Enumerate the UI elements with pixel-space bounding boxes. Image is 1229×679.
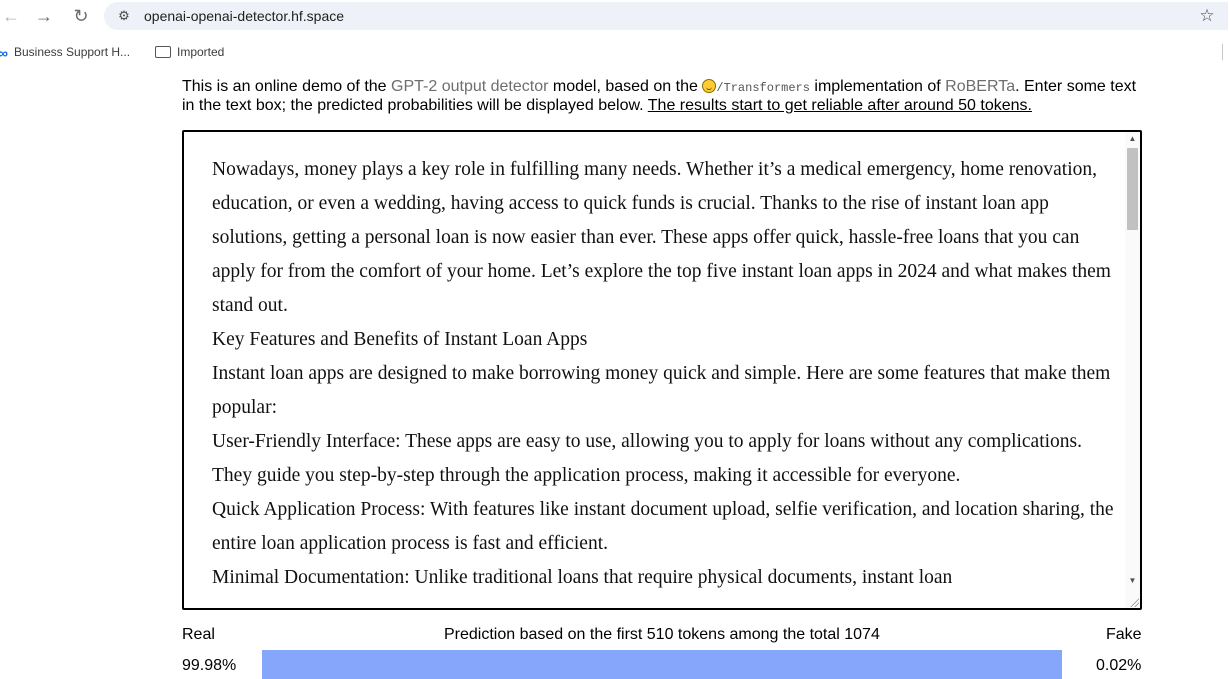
real-label: Real — [182, 626, 215, 643]
browser-toolbar: ← → ↻ ⚙ openai-openai-detector.hf.space … — [0, 0, 1229, 32]
back-arrow-icon[interactable]: ← — [0, 5, 22, 27]
intro-description: This is an online demo of the GPT-2 outp… — [182, 78, 1147, 115]
prediction-summary: Prediction based on the first 510 tokens… — [444, 626, 880, 643]
intro-text: model, based on the — [548, 78, 703, 95]
scroll-thumb[interactable] — [1127, 148, 1138, 230]
text-paragraph: User-Friendly Interface: These apps are … — [212, 431, 1083, 486]
probability-bar — [262, 650, 1062, 679]
text-paragraph: Instant loan apps are designed to make b… — [212, 363, 1111, 418]
bookmark-business-support[interactable]: ∞ Business Support H... — [0, 42, 130, 62]
real-percentage: 99.98% — [182, 657, 237, 674]
resize-handle-icon[interactable] — [1129, 597, 1139, 607]
textarea-content[interactable]: Nowadays, money plays a key role in fulf… — [212, 153, 1117, 595]
scroll-up-arrow-icon[interactable]: ▲ — [1125, 132, 1140, 146]
site-settings-icon[interactable]: ⚙ — [114, 6, 134, 26]
gpt2-detector-link[interactable]: GPT-2 output detector — [391, 78, 548, 95]
reload-icon[interactable]: ↻ — [70, 5, 92, 27]
address-bar[interactable]: ⚙ openai-openai-detector.hf.space ☆ — [104, 2, 1228, 30]
transformers-code: /Transformers — [716, 81, 810, 95]
hugging-face-emoji-icon — [702, 79, 717, 93]
bookmark-label: Business Support H... — [13, 45, 131, 59]
intro-text: This is an online demo of the — [182, 78, 392, 95]
folder-icon — [155, 45, 171, 58]
bookmark-label: Imported — [177, 45, 225, 59]
forward-arrow-icon[interactable]: → — [33, 5, 55, 27]
bookmark-star-icon[interactable]: ☆ — [1196, 5, 1218, 27]
intro-text: implementation of — [809, 78, 946, 95]
roberta-link[interactable]: RoBERTa — [945, 78, 1015, 95]
scroll-down-arrow-icon[interactable]: ▼ — [1125, 574, 1140, 588]
bookmarks-divider — [1222, 44, 1223, 60]
meta-icon: ∞ — [0, 44, 8, 61]
real-probability-fill — [262, 650, 1062, 679]
bookmark-imported-folder[interactable]: Imported — [155, 42, 224, 62]
text-paragraph: Key Features and Benefits of Instant Loa… — [212, 329, 588, 350]
text-paragraph: Quick Application Process: With features… — [212, 499, 1114, 554]
fake-label: Fake — [1106, 626, 1142, 643]
fake-percentage: 0.02% — [1096, 657, 1142, 674]
url-text[interactable]: openai-openai-detector.hf.space — [144, 2, 344, 30]
textarea-scrollbar[interactable]: ▲ ▼ — [1125, 132, 1140, 608]
input-textarea[interactable]: Nowadays, money plays a key role in fulf… — [182, 130, 1142, 610]
text-paragraph: Nowadays, money plays a key role in fulf… — [212, 159, 1111, 316]
reliability-note: The results start to get reliable after … — [647, 97, 1032, 114]
text-paragraph: Minimal Documentation: Unlike traditiona… — [212, 567, 953, 588]
bookmarks-bar: ∞ Business Support H... Imported — [0, 38, 1229, 66]
